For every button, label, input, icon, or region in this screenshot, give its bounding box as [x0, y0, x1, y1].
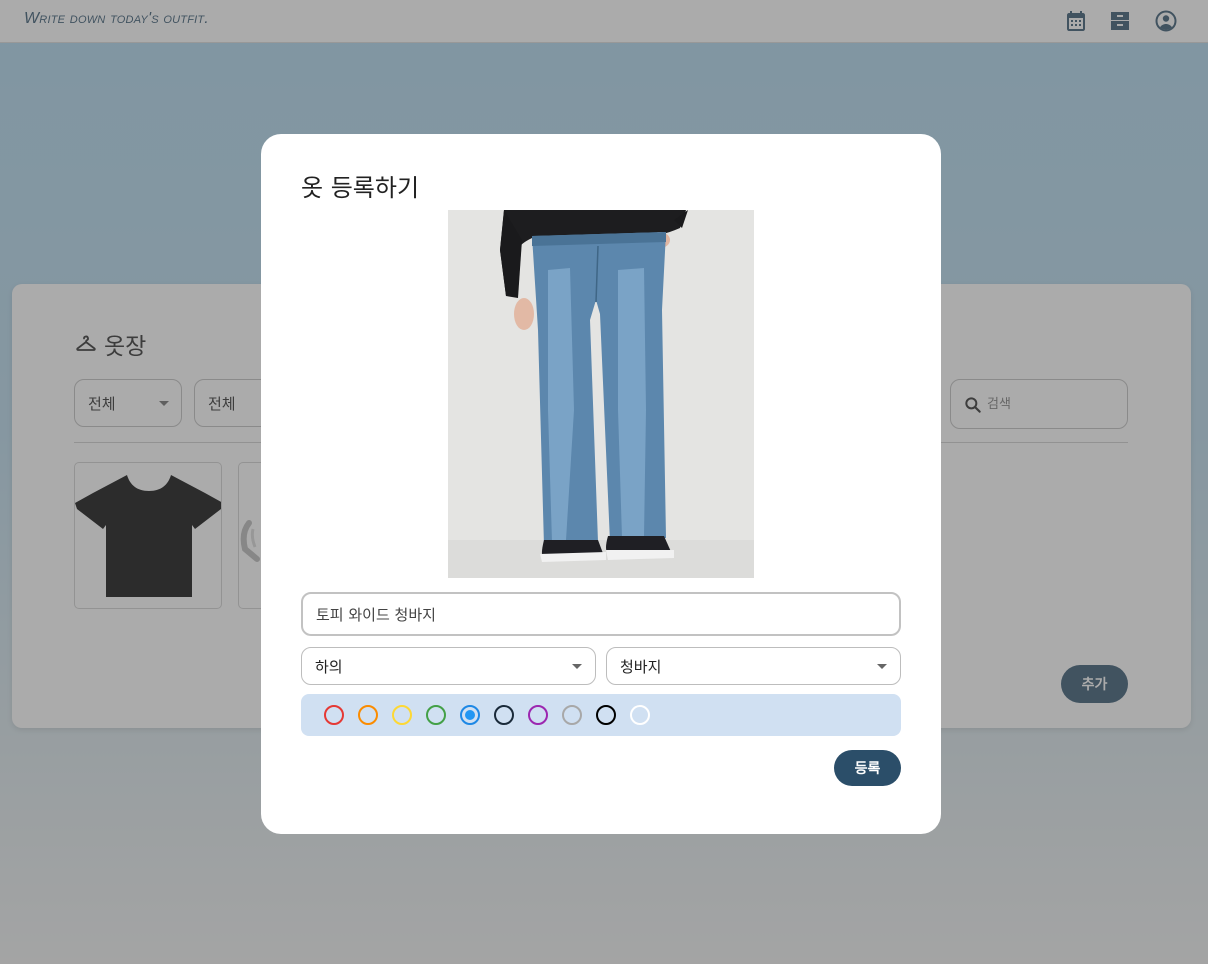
- color-option-gray[interactable]: [562, 705, 582, 725]
- color-option-yellow[interactable]: [392, 705, 412, 725]
- color-picker: [301, 694, 901, 736]
- register-clothing-modal: 옷 등록하기 하의: [261, 134, 941, 834]
- color-option-red[interactable]: [324, 705, 344, 725]
- category-select-value: 하의: [315, 658, 343, 676]
- modal-title: 옷 등록하기: [301, 174, 420, 202]
- color-option-orange[interactable]: [358, 705, 378, 725]
- color-option-black[interactable]: [596, 705, 616, 725]
- chevron-down-icon: [572, 664, 582, 669]
- color-option-purple[interactable]: [528, 705, 548, 725]
- color-option-white[interactable]: [630, 705, 650, 725]
- subcategory-select-value: 청바지: [620, 658, 662, 676]
- clothing-name-input[interactable]: [301, 592, 901, 636]
- color-option-blue[interactable]: [460, 705, 480, 725]
- register-button[interactable]: 등록: [834, 750, 901, 786]
- color-option-green[interactable]: [426, 705, 446, 725]
- chevron-down-icon: [877, 664, 887, 669]
- category-select[interactable]: 하의: [301, 647, 596, 685]
- subcategory-select[interactable]: 청바지: [606, 647, 901, 685]
- color-option-navy[interactable]: [494, 705, 514, 725]
- clothing-photo[interactable]: [448, 210, 754, 578]
